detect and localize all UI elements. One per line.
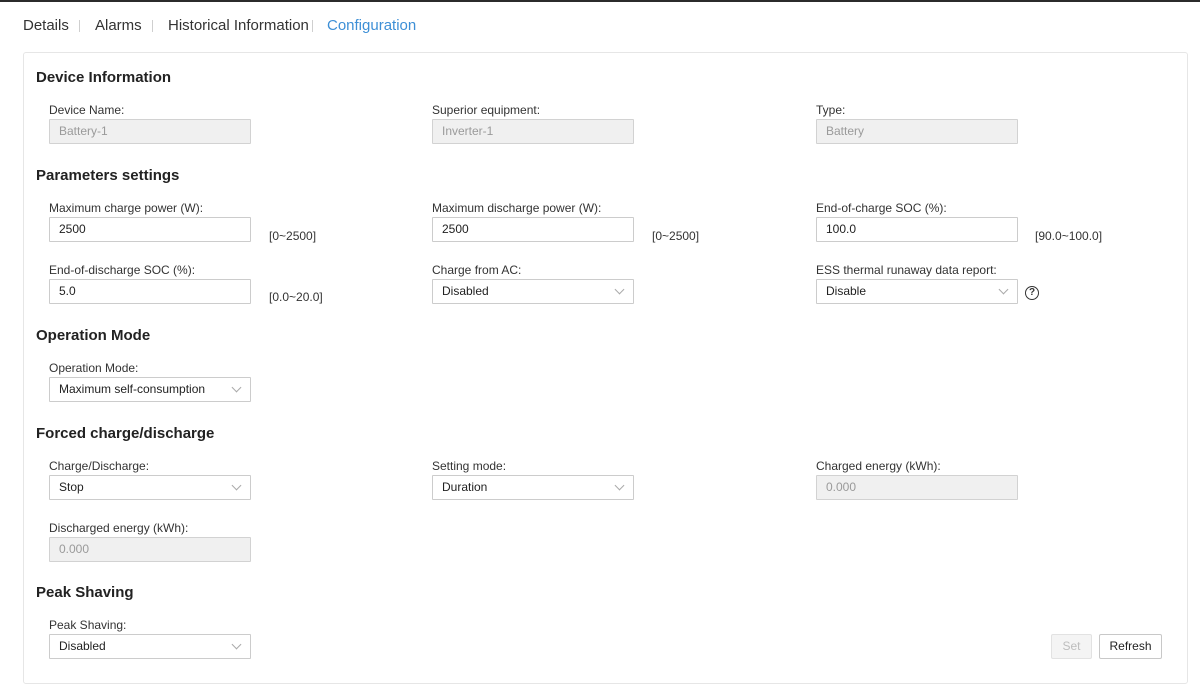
tab-divider xyxy=(152,20,153,32)
refresh-button[interactable]: Refresh xyxy=(1099,634,1162,659)
ess-thermal-report-select[interactable]: Disable xyxy=(816,279,1018,304)
type-field[interactable]: Battery xyxy=(816,119,1018,144)
tab-historical-information[interactable]: Historical Information xyxy=(168,16,309,36)
charge-from-ac-value: Disabled xyxy=(442,284,489,298)
operation-mode-label: Operation Mode: xyxy=(49,361,139,375)
type-label: Type: xyxy=(816,103,846,117)
section-title-parameters-settings: Parameters settings xyxy=(36,167,180,184)
type-value: Battery xyxy=(826,124,865,138)
max-charge-power-value: 2500 xyxy=(59,222,86,236)
discharged-energy-value: 0.000 xyxy=(59,542,90,556)
charge-discharge-value: Stop xyxy=(59,480,84,494)
end-of-discharge-soc-input[interactable]: 5.0 xyxy=(49,279,251,304)
max-charge-power-label: Maximum charge power (W): xyxy=(49,201,204,215)
chevron-down-icon xyxy=(231,639,242,650)
section-title-device-information: Device Information xyxy=(36,69,172,86)
tab-divider xyxy=(312,20,313,32)
end-of-discharge-soc-value: 5.0 xyxy=(59,284,76,298)
charged-energy-value: 0.000 xyxy=(826,480,857,494)
max-discharge-power-label: Maximum discharge power (W): xyxy=(432,201,602,215)
max-discharge-power-input[interactable]: 2500 xyxy=(432,217,634,242)
end-of-discharge-soc-label: End-of-discharge SOC (%): xyxy=(49,263,196,277)
setting-mode-label: Setting mode: xyxy=(432,459,507,473)
end-of-discharge-soc-range: [0.0~20.0] xyxy=(269,290,323,304)
chevron-down-icon xyxy=(614,480,625,491)
max-discharge-power-value: 2500 xyxy=(442,222,469,236)
end-of-charge-soc-input[interactable]: 100.0 xyxy=(816,217,1018,242)
ess-thermal-report-value: Disable xyxy=(826,284,867,298)
operation-mode-value: Maximum self-consumption xyxy=(59,382,206,396)
max-discharge-power-range: [0~2500] xyxy=(652,229,700,243)
charged-energy-field[interactable]: 0.000 xyxy=(816,475,1018,500)
peak-shaving-value: Disabled xyxy=(59,639,106,653)
set-button[interactable]: Set xyxy=(1051,634,1092,659)
chevron-down-icon xyxy=(614,284,625,295)
tab-divider xyxy=(79,20,80,32)
top-border xyxy=(0,0,1200,2)
section-title-operation-mode: Operation Mode xyxy=(36,327,151,344)
chevron-down-icon xyxy=(231,480,242,491)
setting-mode-select[interactable]: Duration xyxy=(432,475,634,500)
tab-details[interactable]: Details xyxy=(23,16,69,36)
superior-equipment-label: Superior equipment: xyxy=(432,103,541,117)
max-charge-power-input[interactable]: 2500 xyxy=(49,217,251,242)
section-title-peak-shaving: Peak Shaving xyxy=(36,584,134,601)
charged-energy-label: Charged energy (kWh): xyxy=(816,459,941,473)
end-of-charge-soc-label: End-of-charge SOC (%): xyxy=(816,201,947,215)
tab-alarms[interactable]: Alarms xyxy=(95,16,142,36)
chevron-down-icon xyxy=(998,284,1009,295)
tab-configuration[interactable]: Configuration xyxy=(327,16,416,36)
section-title-forced-charge-discharge: Forced charge/discharge xyxy=(36,425,215,442)
peak-shaving-select[interactable]: Disabled xyxy=(49,634,251,659)
setting-mode-value: Duration xyxy=(442,480,488,494)
superior-equipment-field[interactable]: Inverter-1 xyxy=(432,119,634,144)
discharged-energy-field[interactable]: 0.000 xyxy=(49,537,251,562)
device-name-label: Device Name: xyxy=(49,103,125,117)
peak-shaving-label: Peak Shaving: xyxy=(49,618,127,632)
end-of-charge-soc-value: 100.0 xyxy=(826,222,857,236)
operation-mode-select[interactable]: Maximum self-consumption xyxy=(49,377,251,402)
device-name-field[interactable]: Battery-1 xyxy=(49,119,251,144)
tab-bar: Details Alarms Historical Information Co… xyxy=(0,16,1200,38)
max-charge-power-range: [0~2500] xyxy=(269,229,317,243)
chevron-down-icon xyxy=(231,382,242,393)
question-circle-icon[interactable]: ? xyxy=(1025,286,1039,300)
superior-equipment-value: Inverter-1 xyxy=(442,124,494,138)
discharged-energy-label: Discharged energy (kWh): xyxy=(49,521,189,535)
ess-thermal-report-label: ESS thermal runaway data report: xyxy=(816,263,997,277)
charge-discharge-label: Charge/Discharge: xyxy=(49,459,150,473)
charge-discharge-select[interactable]: Stop xyxy=(49,475,251,500)
charge-from-ac-select[interactable]: Disabled xyxy=(432,279,634,304)
end-of-charge-soc-range: [90.0~100.0] xyxy=(1035,229,1103,243)
device-name-value: Battery-1 xyxy=(59,124,108,138)
charge-from-ac-label: Charge from AC: xyxy=(432,263,522,277)
configuration-panel: Device Information Device Name: Battery-… xyxy=(23,52,1188,684)
